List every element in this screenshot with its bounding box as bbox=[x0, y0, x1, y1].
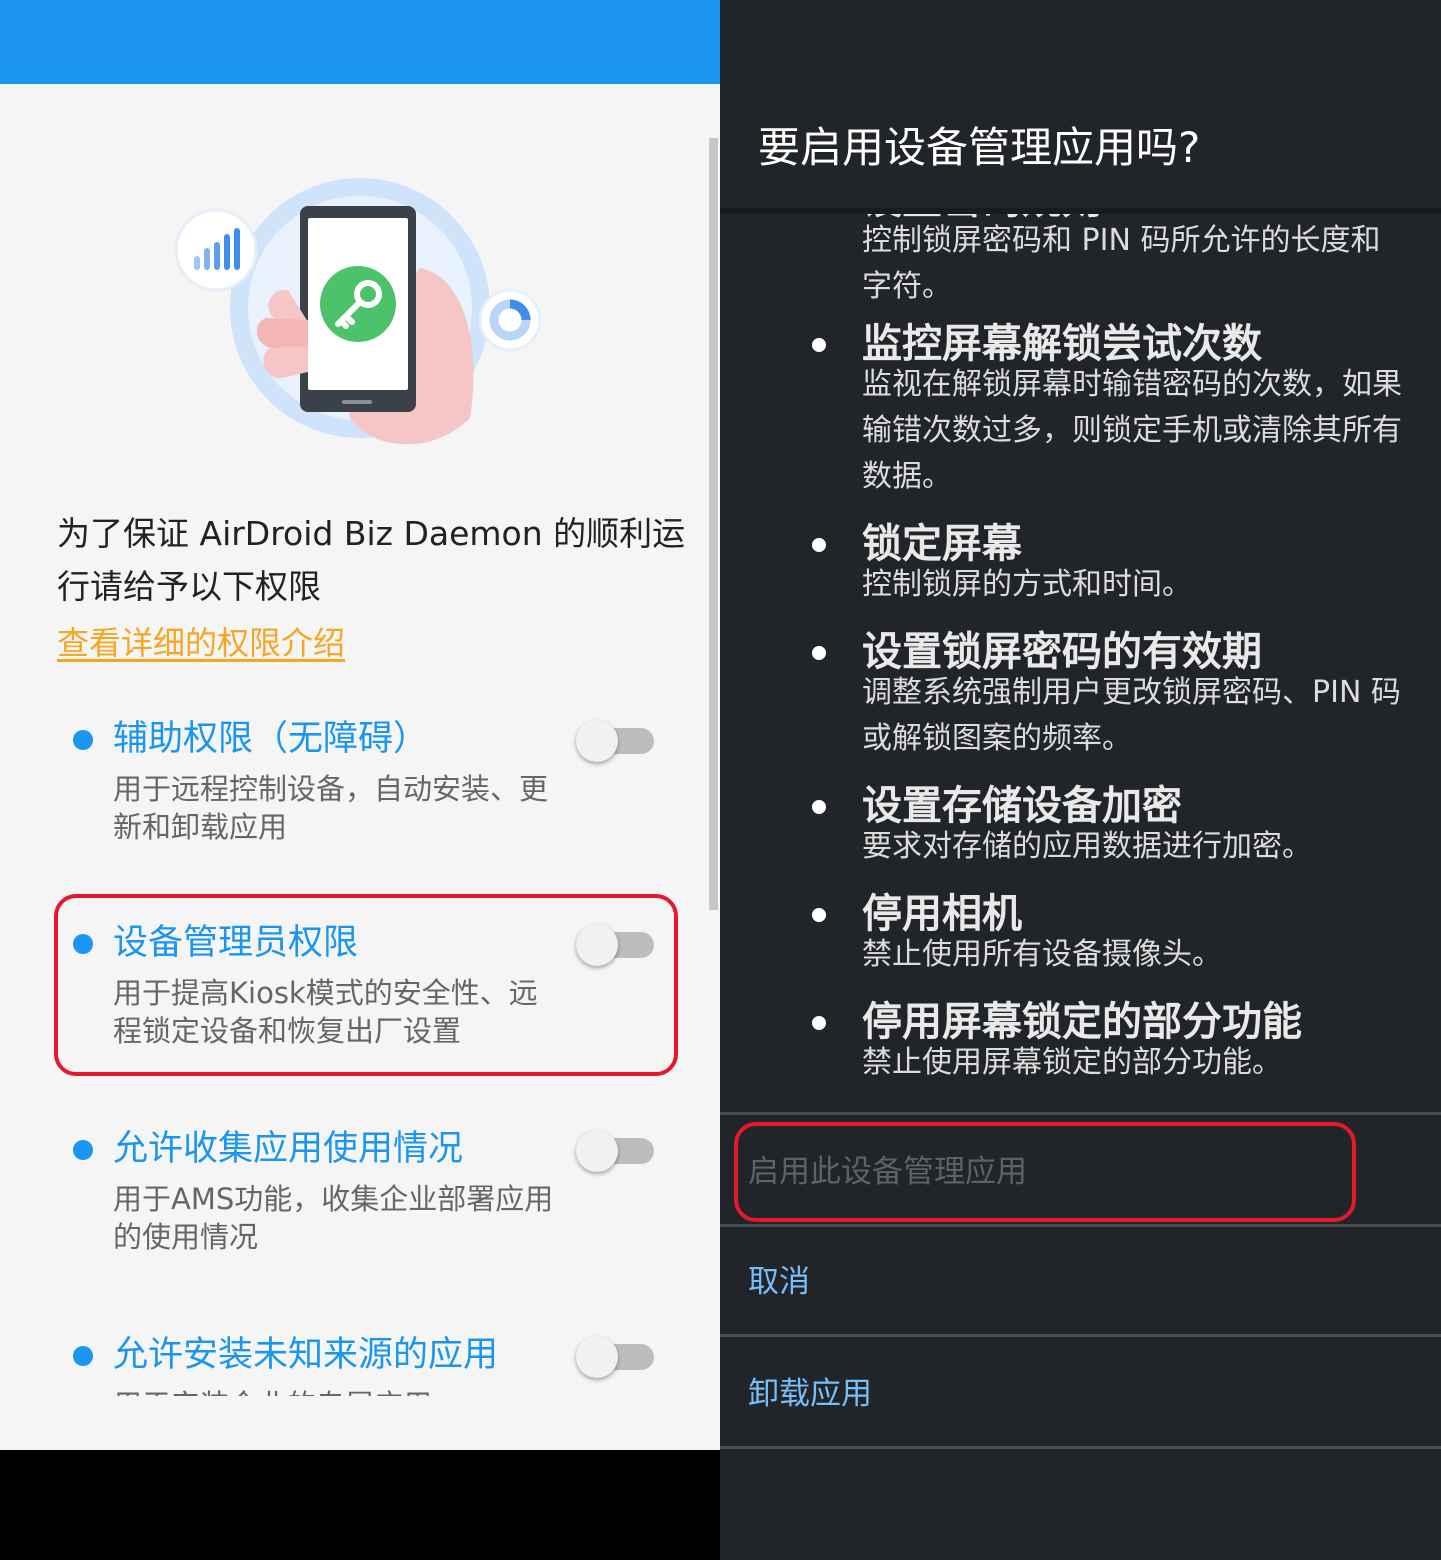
cancel-button[interactable]: 取消 bbox=[748, 1262, 810, 1302]
phone-in-hand-illustration bbox=[174, 178, 542, 445]
bullet-dot bbox=[812, 800, 826, 814]
toggle-thumb bbox=[576, 1336, 618, 1378]
toggle-thumb bbox=[576, 720, 618, 762]
policy-description: 控制锁屏密码和 PIN 码所允许的长度和字符。 bbox=[862, 223, 1381, 304]
app-bar bbox=[0, 0, 720, 84]
bullet-dot bbox=[73, 730, 93, 750]
unknown-sources-toggle[interactable] bbox=[576, 1336, 656, 1378]
navigation-bar bbox=[0, 1450, 720, 1560]
title-divider bbox=[720, 208, 1441, 214]
permission-description: 用于远程控制设备，自动安装、更新和卸载应用 bbox=[113, 772, 549, 844]
policy-description: 监视在解锁屏幕时输错密码的次数，如果输错次数过多，则锁定手机或清除其所有数据。 bbox=[862, 367, 1402, 494]
policy-description: 禁止使用所有设备摄像头。 bbox=[862, 937, 1222, 972]
permission-details-link[interactable]: 查看详细的权限介绍 bbox=[57, 622, 345, 664]
policy-description: 禁止使用屏幕锁定的部分功能。 bbox=[862, 1045, 1282, 1080]
policy-description: 控制锁屏的方式和时间。 bbox=[862, 567, 1192, 602]
divider bbox=[720, 1112, 1441, 1115]
permission-item-accessibility: 辅助权限（无障碍） 用于远程控制设备，自动安装、更新和卸载应用 bbox=[70, 710, 670, 850]
uninstall-app-button[interactable]: 卸载应用 bbox=[748, 1374, 872, 1414]
permission-title: 允许安装未知来源的应用 bbox=[113, 1335, 499, 1375]
device-admin-dialog: 要启用设备管理应用吗? 设置密码规则 控制锁屏密码和 PIN 码所允许的长度和字… bbox=[720, 0, 1441, 1560]
permission-title: 辅助权限（无障碍） bbox=[113, 719, 429, 759]
scrollbar[interactable] bbox=[709, 138, 718, 910]
highlight-box bbox=[734, 1122, 1356, 1222]
permission-description: 用于安装企业的专属应用 bbox=[113, 1386, 563, 1396]
intro-text: 为了保证 AirDroid Biz Daemon 的顺利运行请给予以下权限 bbox=[57, 514, 686, 606]
permission-screen: 为了保证 AirDroid Biz Daemon 的顺利运行请给予以下权限 查看… bbox=[0, 0, 720, 1560]
bullet-dot bbox=[73, 1346, 93, 1366]
signal-bars-icon bbox=[174, 208, 258, 292]
permission-title: 允许收集应用使用情况 bbox=[113, 1129, 464, 1169]
highlight-box bbox=[54, 894, 678, 1076]
permission-description: 用于AMS功能，收集企业部署应用的使用情况 bbox=[113, 1182, 554, 1254]
clipped-list-area: 允许安装未知来源的应用 用于安装企业的专属应用 bbox=[0, 1320, 720, 1396]
pie-chart-icon bbox=[478, 288, 542, 352]
policy-description: 调整系统强制用户更改锁屏密码、PIN 码或解锁图案的频率。 bbox=[862, 675, 1401, 756]
key-icon bbox=[320, 266, 396, 342]
bullet-dot bbox=[812, 908, 826, 922]
usage-stats-toggle[interactable] bbox=[576, 1130, 656, 1172]
permission-item-usage-stats: 允许收集应用使用情况 用于AMS功能，收集企业部署应用的使用情况 bbox=[70, 1120, 670, 1260]
divider bbox=[720, 1224, 1441, 1227]
dialog-title: 要启用设备管理应用吗? bbox=[758, 123, 1201, 172]
bullet-dot bbox=[812, 338, 826, 352]
bullet-dot bbox=[812, 538, 826, 552]
toggle-thumb bbox=[576, 1130, 618, 1172]
divider bbox=[720, 1446, 1441, 1449]
policy-description: 要求对存储的应用数据进行加密。 bbox=[862, 829, 1312, 864]
bullet-dot bbox=[812, 1016, 826, 1030]
bullet-dot bbox=[812, 646, 826, 660]
accessibility-toggle[interactable] bbox=[576, 720, 656, 762]
permission-item-unknown-sources: 允许安装未知来源的应用 用于安装企业的专属应用 bbox=[70, 1326, 670, 1396]
divider bbox=[720, 1334, 1441, 1337]
bullet-dot bbox=[73, 1140, 93, 1160]
policy-list[interactable]: 设置密码规则 控制锁屏密码和 PIN 码所允许的长度和字符。 监控屏幕解锁尝试次… bbox=[720, 210, 1441, 1108]
